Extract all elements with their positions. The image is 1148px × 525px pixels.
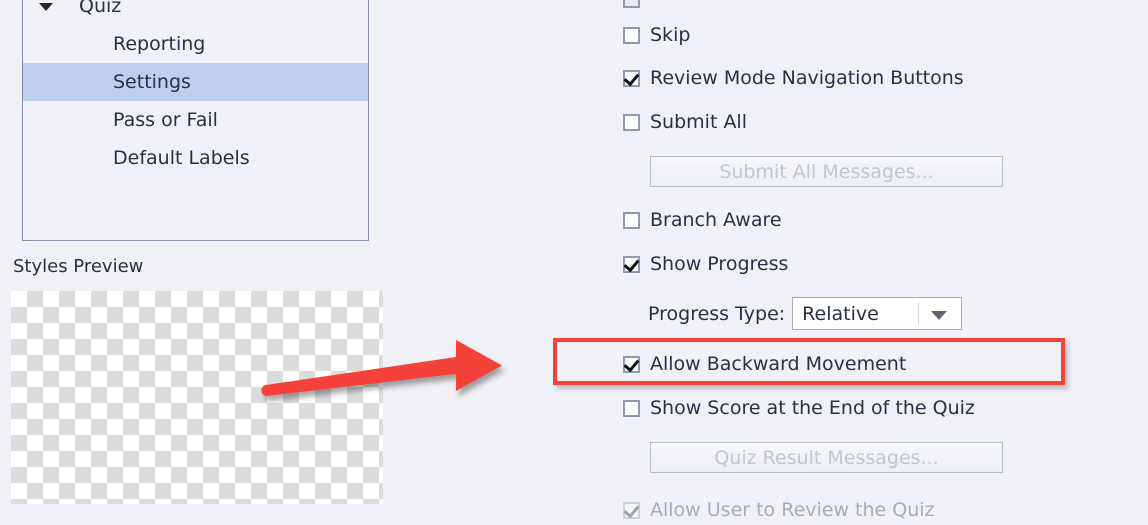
submit-all-messages-button[interactable]: Submit All Messages...	[650, 156, 1003, 187]
option-row-review-mode-navigation-buttons[interactable]: Review Mode Navigation Buttons	[623, 63, 964, 93]
left-column: Quiz Reporting Settings Pass or Fail Def…	[0, 0, 400, 504]
checkbox-show-score-end-of-quiz[interactable]	[623, 399, 640, 417]
combo-separator	[918, 302, 920, 325]
option-row-show-progress[interactable]: Show Progress	[623, 249, 788, 279]
tree-item-reporting[interactable]: Reporting	[23, 25, 368, 63]
caret-down-icon[interactable]	[39, 3, 53, 11]
option-row-clipped-bottom[interactable]: Allow User to Review the Quiz	[623, 495, 935, 525]
right-options-column: Skip Review Mode Navigation Buttons Subm…	[560, 0, 1148, 521]
tree-item-pass-or-fail[interactable]: Pass or Fail	[23, 101, 368, 139]
option-label-clipped-bottom: Allow User to Review the Quiz	[650, 499, 935, 521]
progress-type-select[interactable]: Relative	[792, 297, 963, 330]
tree-item-settings[interactable]: Settings	[23, 63, 368, 101]
option-label-review-mode-navigation-buttons: Review Mode Navigation Buttons	[650, 67, 964, 89]
checkbox-review-mode-navigation-buttons[interactable]	[623, 69, 640, 87]
quiz-settings-tree-panel: Quiz Reporting Settings Pass or Fail Def…	[22, 0, 369, 241]
tree-item-label-pass-or-fail: Pass or Fail	[113, 109, 218, 131]
option-row-skip[interactable]: Skip	[623, 20, 690, 50]
quiz-result-messages-button-label: Quiz Result Messages...	[714, 446, 939, 469]
tree-item-default-labels[interactable]: Default Labels	[23, 139, 368, 177]
option-label-show-progress: Show Progress	[650, 253, 789, 275]
tree-item-label-reporting: Reporting	[113, 33, 206, 55]
checkbox-submit-all[interactable]	[623, 113, 640, 131]
progress-type-label: Progress Type:	[648, 302, 786, 325]
option-row-allow-backward-movement[interactable]: Allow Backward Movement	[623, 349, 906, 379]
styles-preview-label: Styles Preview	[13, 256, 144, 277]
tree-item-label-default-labels: Default Labels	[113, 147, 250, 169]
checkbox-show-progress[interactable]	[623, 255, 640, 273]
progress-type-selected-value: Relative	[802, 302, 879, 325]
option-label-allow-backward-movement: Allow Backward Movement	[650, 353, 907, 375]
option-label-skip: Skip	[650, 24, 691, 46]
styles-preview-canvas	[11, 291, 383, 504]
checkbox-allow-backward-movement[interactable]	[623, 355, 640, 373]
option-label-submit-all: Submit All	[650, 111, 747, 133]
checkbox-branch-aware[interactable]	[623, 211, 640, 229]
option-label-show-score-end-of-quiz: Show Score at the End of the Quiz	[650, 397, 975, 419]
screenshot-root: Quiz Reporting Settings Pass or Fail Def…	[0, 0, 1148, 521]
option-row-submit-all[interactable]: Submit All	[623, 107, 747, 137]
checkbox-clipped-bottom[interactable]	[623, 501, 640, 519]
tree-item-quiz[interactable]: Quiz	[23, 0, 368, 25]
tree-item-label-settings: Settings	[113, 71, 191, 93]
progress-type-row: Progress Type: Relative	[648, 297, 963, 330]
option-label-branch-aware: Branch Aware	[650, 209, 782, 231]
submit-all-messages-button-label: Submit All Messages...	[719, 160, 934, 183]
quiz-result-messages-button[interactable]: Quiz Result Messages...	[650, 442, 1003, 473]
option-row-show-score-end-of-quiz[interactable]: Show Score at the End of the Quiz	[623, 393, 975, 423]
option-row-branch-aware[interactable]: Branch Aware	[623, 205, 782, 235]
checkbox-skip[interactable]	[623, 26, 640, 44]
tree-item-label-quiz: Quiz	[79, 0, 122, 17]
checkbox-clipped-top[interactable]	[623, 0, 640, 8]
chevron-down-icon[interactable]	[931, 310, 948, 320]
